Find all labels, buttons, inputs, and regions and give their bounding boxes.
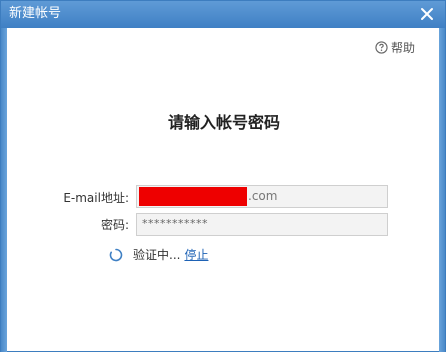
help-link[interactable]: 帮助 (375, 39, 415, 56)
status-text: 验证中... (133, 248, 181, 262)
password-label: 密码: (100, 218, 129, 232)
title-bar[interactable]: 新建帐号 (1, 1, 445, 28)
password-field[interactable]: *********** (136, 213, 388, 236)
email-redaction (139, 187, 247, 206)
password-value: *********** (142, 217, 208, 230)
new-account-window: 新建帐号 帮助 请输入帐号密码 E-mail地址: .com 密码: *****… (0, 0, 446, 352)
question-circle-icon (375, 41, 388, 54)
window-title: 新建帐号 (9, 6, 62, 21)
window-frame-left (1, 28, 7, 352)
help-label: 帮助 (390, 41, 415, 55)
email-label: E-mail地址: (63, 191, 129, 205)
close-icon (421, 8, 433, 20)
form-heading: 请输入帐号密码 (167, 113, 280, 132)
loading-spinner-icon (109, 248, 123, 261)
verification-status: 验证中... 停止 (109, 246, 208, 263)
email-suffix: .com (248, 189, 278, 203)
stop-link[interactable]: 停止 (184, 246, 208, 263)
email-field[interactable]: .com (136, 185, 388, 208)
close-button[interactable] (417, 4, 437, 24)
window-frame-right (439, 28, 445, 352)
